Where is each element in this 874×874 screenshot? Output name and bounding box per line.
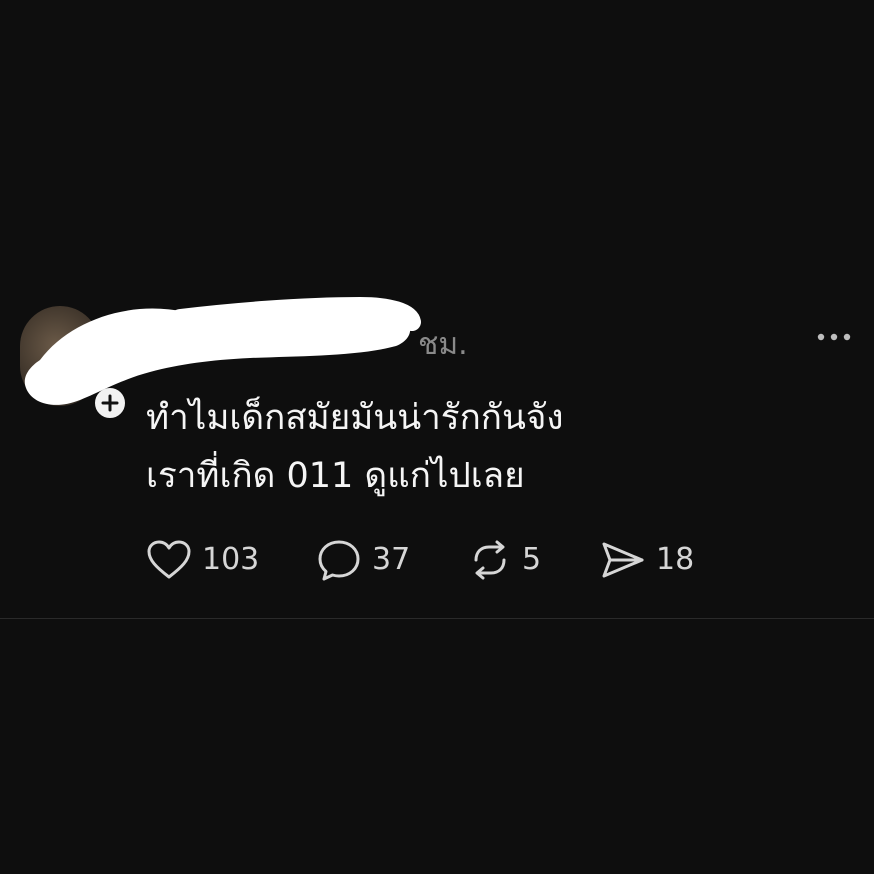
post-divider [0,618,874,619]
repost-icon [474,540,506,580]
post-text-line: ทำไมเด็กสมัยมันน่ารักกันจัง [146,398,564,438]
like-count: 103 [202,542,260,577]
share-count: 18 [656,542,695,577]
more-horizontal-icon [817,333,851,341]
repost-count: 5 [522,542,542,577]
avatar[interactable] [20,306,100,406]
more-options-button[interactable] [814,322,854,352]
send-icon [602,542,644,578]
repost-button[interactable]: 5 [468,536,541,584]
comment-bubble-icon [318,540,360,581]
reply-count: 37 [372,542,411,577]
post-text-line: เราที่เกิด 011 ดูแก่ไปเลย [146,456,525,496]
post-body: ทำไมเด็กสมัยมันน่ารักกันจัง เราที่เกิด 0… [146,389,846,505]
reply-button[interactable]: 37 [316,536,410,584]
share-button[interactable]: 18 [600,536,694,584]
heart-icon [147,540,191,579]
like-button[interactable]: 103 [146,536,259,584]
post-time: ชม. [418,327,468,362]
plus-icon [101,394,119,412]
follow-button[interactable] [91,384,129,422]
post-actions: 103 37 5 18 [146,536,746,584]
